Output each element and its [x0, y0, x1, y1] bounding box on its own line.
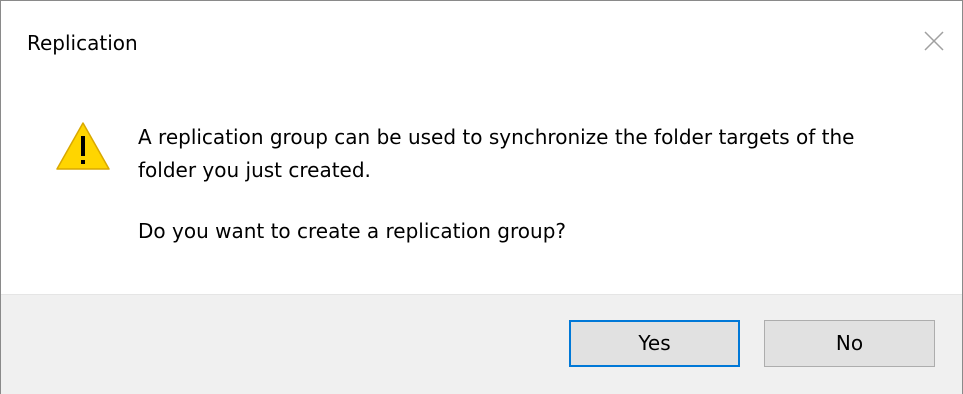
message-text: A replication group can be used to synch… [138, 121, 938, 248]
replication-dialog: Replication A replication group can be u… [0, 0, 963, 394]
close-button[interactable] [920, 27, 948, 55]
title-bar[interactable]: Replication [1, 1, 962, 81]
button-bar: Yes No [1, 294, 962, 394]
close-icon [924, 31, 944, 51]
yes-button[interactable]: Yes [569, 320, 740, 367]
window-title: Replication [27, 31, 138, 55]
warning-icon [56, 122, 110, 170]
message-line-2: folder you just created. [138, 158, 371, 182]
no-button[interactable]: No [764, 320, 935, 367]
message-area: A replication group can be used to synch… [1, 81, 962, 294]
message-line-1: A replication group can be used to synch… [138, 125, 855, 149]
message-question: Do you want to create a replication grou… [138, 219, 566, 243]
